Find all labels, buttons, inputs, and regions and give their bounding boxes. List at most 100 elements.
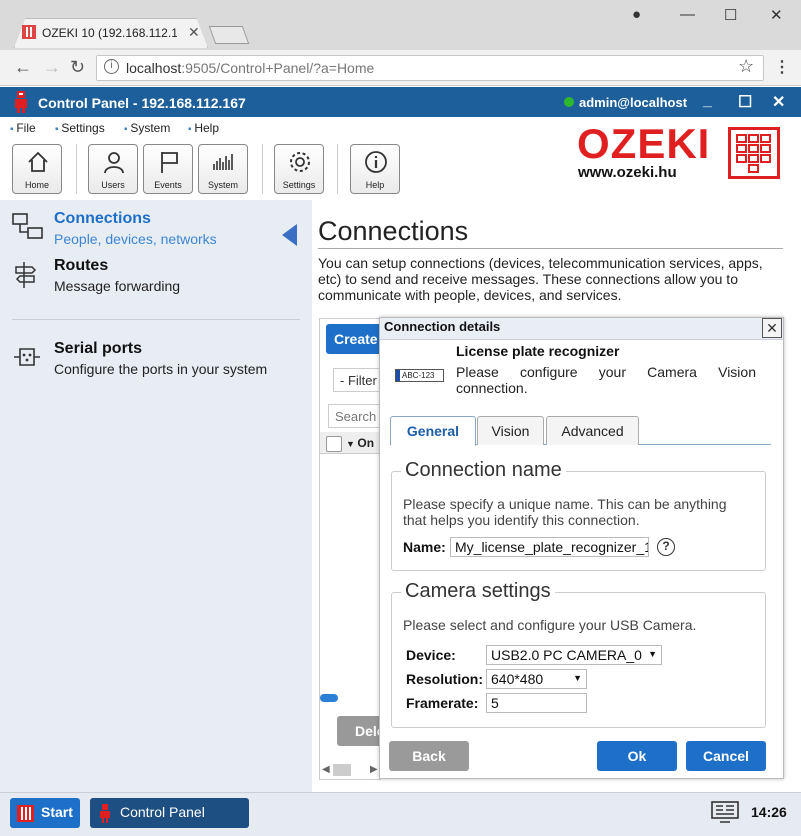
- filter-dropdown[interactable]: - Filter: [333, 368, 383, 392]
- help-button-label: Help: [365, 180, 385, 190]
- new-tab-button[interactable]: [208, 26, 250, 44]
- events-button[interactable]: Events: [143, 144, 193, 194]
- sidebar-item-serial-ports-subtitle: Configure the ports in your system: [54, 361, 268, 377]
- scroll-right-icon[interactable]: ▶: [370, 764, 378, 775]
- license-plate-icon: ABC-123: [395, 369, 444, 382]
- app-title: Control Panel - 192.168.112.167: [38, 95, 246, 111]
- bars-chart-icon: [213, 154, 233, 170]
- connection-name-description: Please specify a unique name. This can b…: [403, 496, 727, 528]
- system-button-label: System: [207, 180, 238, 190]
- title-divider: [318, 248, 783, 249]
- camera-settings-description: Please select and configure your USB Cam…: [403, 617, 697, 633]
- connections-icon: [12, 212, 46, 245]
- bookmark-star-icon[interactable]: ☆: [738, 56, 754, 77]
- ozeki-favicon-icon: [22, 25, 36, 39]
- browser-menu-icon[interactable]: ⋮: [774, 57, 790, 77]
- sidebar-item-routes[interactable]: Routes: [54, 257, 108, 275]
- scrollbar-thumb[interactable]: [333, 764, 351, 776]
- back-arrow-icon[interactable]: ←: [14, 57, 32, 78]
- app-maximize-button[interactable]: ☐: [738, 92, 752, 112]
- users-button-label: Users: [101, 180, 125, 190]
- search-input[interactable]: Search: [328, 404, 383, 428]
- device-select[interactable]: USB2.0 PC CAMERA_0: [486, 645, 662, 665]
- connection-type-name: License plate recognizer: [456, 343, 620, 359]
- start-button-label: Start: [41, 804, 73, 820]
- toolbar-separator: [337, 144, 338, 194]
- app-minimize-button[interactable]: _: [703, 92, 712, 110]
- close-tab-icon[interactable]: ✕: [188, 24, 200, 41]
- connection-type-description: Please configure your Camera Vision conn…: [456, 364, 756, 396]
- users-button[interactable]: Users: [88, 144, 138, 194]
- monitor-icon[interactable]: [710, 800, 740, 824]
- toolbar-separator: [262, 144, 263, 194]
- sidebar-item-connections[interactable]: Connections: [54, 210, 151, 228]
- resolution-select[interactable]: 640*480: [486, 669, 587, 689]
- ok-button[interactable]: Ok: [597, 741, 677, 771]
- sort-arrow-icon: ▼: [346, 439, 358, 449]
- ozeki-logo-text: OZEKI: [577, 120, 711, 167]
- delete-button[interactable]: Dele: [337, 716, 385, 746]
- sidebar-item-connections-subtitle: People, devices, networks: [54, 231, 217, 247]
- control-panel-robot-icon: [98, 803, 112, 823]
- connection-name-legend: Connection name: [401, 459, 566, 482]
- page-description: You can setup connections (devices, tele…: [318, 255, 763, 303]
- name-label: Name:: [403, 539, 446, 555]
- dialog-close-button[interactable]: ✕: [762, 318, 782, 338]
- forward-arrow-icon[interactable]: →: [43, 57, 61, 78]
- sidebar-item-routes-subtitle: Message forwarding: [54, 278, 181, 294]
- horizontal-scrollbar[interactable]: [320, 694, 338, 702]
- info-icon[interactable]: i: [104, 59, 119, 74]
- menu-file[interactable]: File: [10, 121, 35, 135]
- page-title: Connections: [318, 216, 469, 246]
- gear-icon: [290, 152, 310, 172]
- dialog-title: Connection details: [384, 319, 501, 334]
- taskbar-control-panel[interactable]: Control Panel: [90, 798, 249, 828]
- tab-general[interactable]: General: [390, 416, 476, 446]
- taskbar-clock: 14:26: [751, 804, 787, 820]
- help-question-icon[interactable]: ?: [657, 538, 675, 556]
- resolution-label: Resolution:: [406, 671, 483, 687]
- start-keypad-icon: [17, 805, 34, 822]
- create-button[interactable]: Create: [326, 324, 382, 354]
- name-input[interactable]: My_license_plate_recognizer_1: [450, 537, 649, 557]
- framerate-input[interactable]: 5: [486, 693, 587, 713]
- online-status-icon: [564, 97, 574, 107]
- active-indicator-arrow-icon: [282, 224, 297, 246]
- cancel-button[interactable]: Cancel: [686, 741, 766, 771]
- settings-button[interactable]: Settings: [274, 144, 324, 194]
- maximize-window-button[interactable]: ☐: [724, 6, 737, 24]
- back-button[interactable]: Back: [389, 741, 469, 771]
- device-label: Device:: [406, 647, 456, 663]
- menu-help[interactable]: Help: [188, 121, 219, 135]
- url-text: localhost:9505/Control+Panel/?a=Home: [126, 60, 375, 76]
- list-column-header[interactable]: ▼ On: [346, 436, 374, 450]
- info-circle-icon: [365, 151, 387, 173]
- start-button[interactable]: Start: [10, 798, 80, 828]
- app-close-button[interactable]: ✕: [772, 92, 785, 112]
- tab-advanced[interactable]: Advanced: [546, 416, 639, 445]
- select-all-checkbox[interactable]: [326, 436, 342, 452]
- system-button[interactable]: System: [198, 144, 248, 194]
- framerate-label: Framerate:: [406, 695, 479, 711]
- home-button-label: Home: [24, 180, 49, 190]
- scroll-left-icon[interactable]: ◀: [322, 764, 330, 775]
- profile-icon[interactable]: ●: [632, 6, 641, 23]
- ozeki-robot-icon: [12, 89, 30, 113]
- menu-settings[interactable]: Settings: [55, 121, 104, 135]
- events-button-label: Events: [154, 180, 182, 190]
- serial-port-icon: [12, 344, 42, 373]
- help-button[interactable]: Help: [350, 144, 400, 194]
- sidebar-item-serial-ports[interactable]: Serial ports: [54, 340, 142, 358]
- tab-vision[interactable]: Vision: [477, 416, 544, 445]
- home-button[interactable]: Home: [12, 144, 62, 194]
- close-window-button[interactable]: ✕: [770, 6, 783, 24]
- minimize-window-button[interactable]: —: [680, 6, 695, 23]
- current-user[interactable]: admin@localhost: [579, 95, 687, 110]
- menu-system[interactable]: System: [124, 121, 170, 135]
- ozeki-keypad-logo-icon: [728, 127, 780, 179]
- ozeki-url[interactable]: www.ozeki.hu: [578, 164, 677, 181]
- routes-icon: [12, 260, 42, 293]
- reload-icon[interactable]: ↻: [70, 57, 85, 78]
- sidebar-divider: [12, 319, 300, 320]
- taskbar-control-panel-label: Control Panel: [120, 804, 205, 820]
